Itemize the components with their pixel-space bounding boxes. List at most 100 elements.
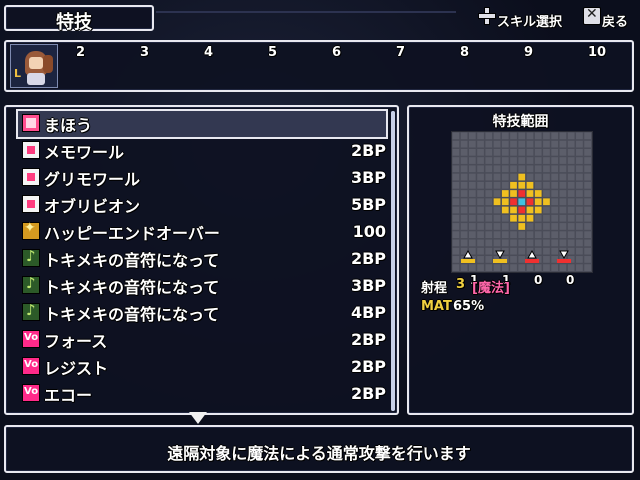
range-cell: [501, 231, 509, 239]
scroll-down-arrow-icon[interactable]: [189, 412, 207, 424]
range-cell: [485, 157, 493, 164]
party-slot-6[interactable]: 6: [332, 45, 341, 60]
range-cell: [526, 223, 534, 230]
range-cell: [493, 181, 501, 189]
skill-row[interactable]: グリモワール 3BP: [18, 165, 386, 191]
range-cell: [477, 132, 484, 140]
hint-back-label[interactable]: 戻る: [602, 11, 628, 30]
range-cell: [576, 140, 583, 148]
range-cell-active: [501, 206, 509, 214]
range-cell: [576, 206, 583, 214]
range-cell: [543, 256, 550, 263]
range-cell: [559, 198, 567, 206]
skill-row[interactable]: トキメキの音符になって 4BP: [18, 300, 386, 326]
range-cell: [576, 214, 583, 222]
range-cell: [468, 206, 476, 214]
skill-cost: 2BP: [350, 141, 386, 160]
skill-row[interactable]: ハッピーエンドオーバー 100: [18, 219, 386, 245]
range-cell: [526, 239, 534, 247]
range-cell: [485, 181, 493, 189]
magic-bullet-icon: [22, 141, 40, 159]
range-cell: [501, 214, 509, 222]
range-cell: [534, 239, 542, 247]
range-cell: [543, 148, 550, 156]
party-slot-9[interactable]: 9: [524, 45, 533, 60]
party-slot-2[interactable]: 2: [76, 45, 85, 60]
skill-row[interactable]: フォース 2BP: [18, 327, 386, 353]
party-slot-5[interactable]: 5: [268, 45, 277, 60]
hint-select-label: スキル選択: [497, 15, 563, 30]
range-cell-active: [526, 198, 534, 206]
range-cell: [485, 231, 493, 239]
skill-row[interactable]: レジスト 2BP: [18, 354, 386, 380]
range-cell-active: [526, 190, 534, 197]
skill-cost: 2BP: [350, 357, 386, 376]
range-cell: [543, 223, 550, 230]
range-cell: [477, 206, 484, 214]
range-cell: [551, 148, 559, 156]
skill-row[interactable]: トキメキの音符になって 3BP: [18, 273, 386, 299]
range-cell: [526, 157, 534, 164]
skill-row-category[interactable]: まほう: [16, 109, 388, 139]
range-cell: [485, 214, 493, 222]
range-cell: [510, 247, 517, 255]
range-cell: [551, 223, 559, 230]
range-cell: [477, 239, 484, 247]
range-cell: [468, 148, 476, 156]
range-cell: [534, 264, 542, 271]
range-cell: [460, 206, 468, 214]
actor-portrait[interactable]: L: [10, 44, 58, 88]
range-cell: [510, 140, 517, 148]
range-cell: [584, 148, 591, 156]
range-cell: [485, 223, 493, 230]
range-cell: [501, 132, 509, 140]
skill-row[interactable]: メモワール 2BP: [18, 138, 386, 164]
music-note-plus2-icon: [22, 301, 40, 321]
range-cell: [493, 148, 501, 156]
range-cell: [559, 190, 567, 197]
skill-row[interactable]: エコー 2BP: [18, 381, 386, 407]
skill-row[interactable]: トキメキの音符になって 2BP: [18, 246, 386, 272]
range-cell: [551, 214, 559, 222]
range-type: [魔法]: [472, 281, 510, 296]
range-cell: [518, 231, 526, 239]
range-cell: [567, 214, 575, 222]
cancel-button-icon[interactable]: [583, 6, 601, 25]
range-cell: [501, 264, 509, 271]
range-cell: [526, 132, 534, 140]
range-cell: [477, 140, 484, 148]
skill-row[interactable]: オブリビオン 5BP: [18, 192, 386, 218]
party-slot-10[interactable]: 10: [588, 45, 606, 60]
range-cell: [559, 132, 567, 140]
range-cell: [534, 181, 542, 189]
party-slot-8[interactable]: 8: [460, 45, 469, 60]
range-cell: [543, 165, 550, 173]
range-cell: [485, 132, 493, 140]
range-cell: [477, 256, 484, 263]
range-cell: [468, 190, 476, 197]
party-slot-3[interactable]: 3: [140, 45, 149, 60]
range-cell: [551, 239, 559, 247]
skill-name: オブリビオン: [44, 197, 141, 216]
magic-bullet-icon: [22, 195, 40, 213]
party-strip: L 2 3 4 5 6 7 8 9 10: [4, 40, 634, 92]
party-slot-4[interactable]: 4: [204, 45, 213, 60]
skill-cost: 5BP: [350, 195, 386, 214]
magic-bullet-icon: [22, 168, 40, 186]
range-cell: [559, 157, 567, 164]
party-slot-7[interactable]: 7: [396, 45, 405, 60]
range-cell: [518, 148, 526, 156]
range-cell: [485, 190, 493, 197]
range-cell: [534, 165, 542, 173]
range-cell-active: [501, 190, 509, 197]
list-scrollbar-thumb[interactable]: [391, 111, 395, 411]
range-cell: [543, 206, 550, 214]
range-cell: [576, 173, 583, 181]
range-cell: [551, 264, 559, 271]
range-cell: [543, 264, 550, 271]
range-cell: [510, 256, 517, 263]
range-cell: [452, 223, 460, 230]
range-cell: [501, 148, 509, 156]
range-cell: [460, 157, 468, 164]
range-cell: [452, 148, 460, 156]
